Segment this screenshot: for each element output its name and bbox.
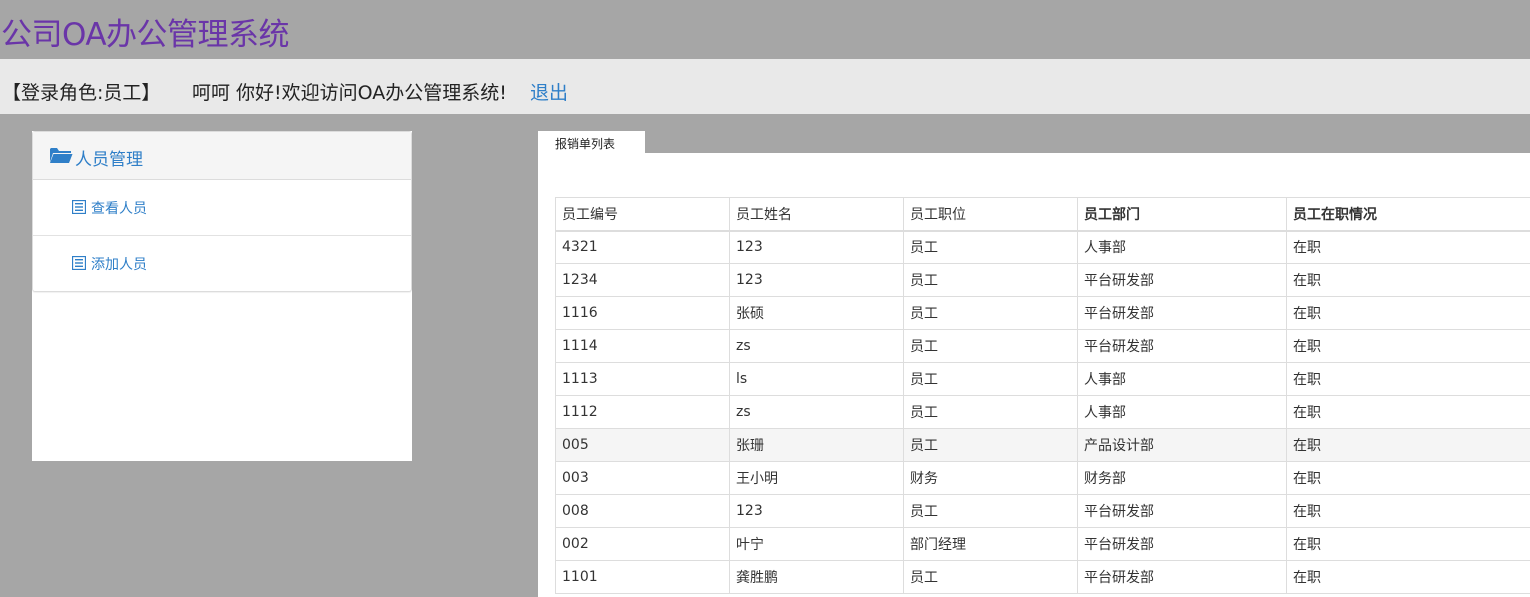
employee-table: 员工编号 员工姓名 员工职位 员工部门 员工在职情况 4321 123 员工 人事部在… <box>555 197 1530 594</box>
list-icon <box>71 255 87 274</box>
cell-employee-name: 叶宁 <box>729 527 904 561</box>
cell-employment-status: 在职 <box>1286 296 1530 330</box>
cell-employee-name: 123 <box>729 230 904 264</box>
tab-expense-list[interactable]: 报销单列表 <box>538 131 645 153</box>
table-row: 1113 ls 员工 人事部 在职 <box>555 362 1530 396</box>
cell-employee-position: 员工 <box>903 395 1078 429</box>
cell-employee-position: 员工 <box>903 329 1078 363</box>
cell-employee-id: 1114 <box>555 329 730 363</box>
table-row: 1234 123 员工 平台研发部 在职 <box>555 263 1530 297</box>
cell-employment-status: 在职 <box>1286 428 1530 462</box>
cell-employment-status: 在职 <box>1286 263 1530 297</box>
cell-employee-id: 1113 <box>555 362 730 396</box>
table-row: 003 王小明 财务 财务部 在职 <box>555 461 1530 495</box>
cell-employee-name: 龚胜鹏 <box>729 560 904 594</box>
panel-heading-personnel[interactable]: 人员管理 <box>33 132 411 180</box>
list-icon <box>71 199 87 218</box>
cell-employee-name: 123 <box>729 494 904 528</box>
cell-employee-id: 1234 <box>555 263 730 297</box>
cell-employee-id: 4321 <box>555 230 730 264</box>
cell-employee-id: 1116 <box>555 296 730 330</box>
cell-employee-position: 员工 <box>903 296 1078 330</box>
cell-employee-name: ls <box>729 362 904 396</box>
cell-employee-department: 平台研发部 <box>1077 560 1287 594</box>
cell-employment-status: 在职 <box>1286 494 1530 528</box>
folder-open-icon <box>49 146 73 168</box>
cell-employee-position: 财务 <box>903 461 1078 495</box>
tab-label: 报销单列表 <box>555 137 616 151</box>
table-row: 1112 zs 员工 人事部 在职 <box>555 395 1530 429</box>
app-title: 公司OA办公管理系统 <box>1 17 290 53</box>
cell-employment-status: 在职 <box>1286 329 1530 363</box>
cell-employment-status: 在职 <box>1286 230 1530 264</box>
cell-employee-name: 王小明 <box>729 461 904 495</box>
cell-employee-department: 人事部 <box>1077 362 1287 396</box>
sidebar-item-view-personnel[interactable]: 查看人员 <box>33 180 411 236</box>
cell-employee-name: 张珊 <box>729 428 904 462</box>
cell-employee-position: 员工 <box>903 263 1078 297</box>
panel-title: 人员管理 <box>75 150 143 170</box>
column-header-employee-position: 员工职位 <box>903 197 1078 232</box>
table-row: 4321 123 员工 人事部 在职 <box>555 230 1530 264</box>
table-header-row: 员工编号 员工姓名 员工职位 员工部门 员工在职情况 <box>555 197 1530 232</box>
cell-employee-id: 003 <box>555 461 730 495</box>
cell-employee-position: 部门经理 <box>903 527 1078 561</box>
sidebar-item-add-personnel[interactable]: 添加人员 <box>33 236 411 292</box>
cell-employee-name: zs <box>729 329 904 363</box>
cell-employee-name: zs <box>729 395 904 429</box>
cell-employment-status: 在职 <box>1286 527 1530 561</box>
sidebar-item-label: 添加人员 <box>91 257 147 273</box>
cell-employee-department: 人事部 <box>1077 395 1287 429</box>
cell-employee-department: 平台研发部 <box>1077 296 1287 330</box>
cell-employee-id: 002 <box>555 527 730 561</box>
cell-employee-id: 005 <box>555 428 730 462</box>
cell-employment-status: 在职 <box>1286 461 1530 495</box>
column-header-employment-status: 员工在职情况 <box>1286 197 1530 232</box>
table-row: 005 张珊 员工 产品设计部 在职 <box>555 428 1530 462</box>
cell-employee-position: 员工 <box>903 560 1078 594</box>
cell-employee-name: 123 <box>729 263 904 297</box>
table-row: 1101 龚胜鹏 员工 平台研发部 在职 <box>555 560 1530 594</box>
table-row: 1116 张硕 员工 平台研发部 在职 <box>555 296 1530 330</box>
cell-employment-status: 在职 <box>1286 560 1530 594</box>
table-row: 002 叶宁 部门经理 平台研发部 在职 <box>555 527 1530 561</box>
cell-employee-department: 平台研发部 <box>1077 494 1287 528</box>
cell-employee-department: 产品设计部 <box>1077 428 1287 462</box>
user-info-bar: 【登录角色:员工】 呵呵 你好!欢迎访问OA办公管理系统! 退出 <box>0 59 1530 114</box>
cell-employee-id: 008 <box>555 494 730 528</box>
cell-employee-position: 员工 <box>903 494 1078 528</box>
sidebar-item-label: 查看人员 <box>91 201 147 217</box>
cell-employee-id: 1112 <box>555 395 730 429</box>
table-row: 1114 zs 员工 平台研发部 在职 <box>555 329 1530 363</box>
cell-employee-position: 员工 <box>903 428 1078 462</box>
login-role: 【登录角色:员工】 <box>2 82 161 104</box>
cell-employment-status: 在职 <box>1286 362 1530 396</box>
column-header-employee-name: 员工姓名 <box>729 197 904 232</box>
cell-employee-position: 员工 <box>903 230 1078 264</box>
app-header: 公司OA办公管理系统 <box>0 0 1530 59</box>
welcome-message: 呵呵 你好!欢迎访问OA办公管理系统! <box>192 82 507 104</box>
logout-link[interactable]: 退出 <box>530 78 568 105</box>
column-header-employee-id: 员工编号 <box>555 197 730 232</box>
column-header-employee-department: 员工部门 <box>1077 197 1287 232</box>
cell-employee-department: 平台研发部 <box>1077 527 1287 561</box>
cell-employee-department: 平台研发部 <box>1077 263 1287 297</box>
cell-employee-department: 平台研发部 <box>1077 329 1287 363</box>
sidebar-panel-personnel: 人员管理 查看人员 添加人员 <box>32 131 412 292</box>
cell-employment-status: 在职 <box>1286 395 1530 429</box>
cell-employee-name: 张硕 <box>729 296 904 330</box>
cell-employee-department: 财务部 <box>1077 461 1287 495</box>
cell-employee-id: 1101 <box>555 560 730 594</box>
sidebar: 人员管理 查看人员 添加人员 <box>32 131 412 461</box>
table-row: 008 123 员工 平台研发部 在职 <box>555 494 1530 528</box>
cell-employee-department: 人事部 <box>1077 230 1287 264</box>
cell-employee-position: 员工 <box>903 362 1078 396</box>
